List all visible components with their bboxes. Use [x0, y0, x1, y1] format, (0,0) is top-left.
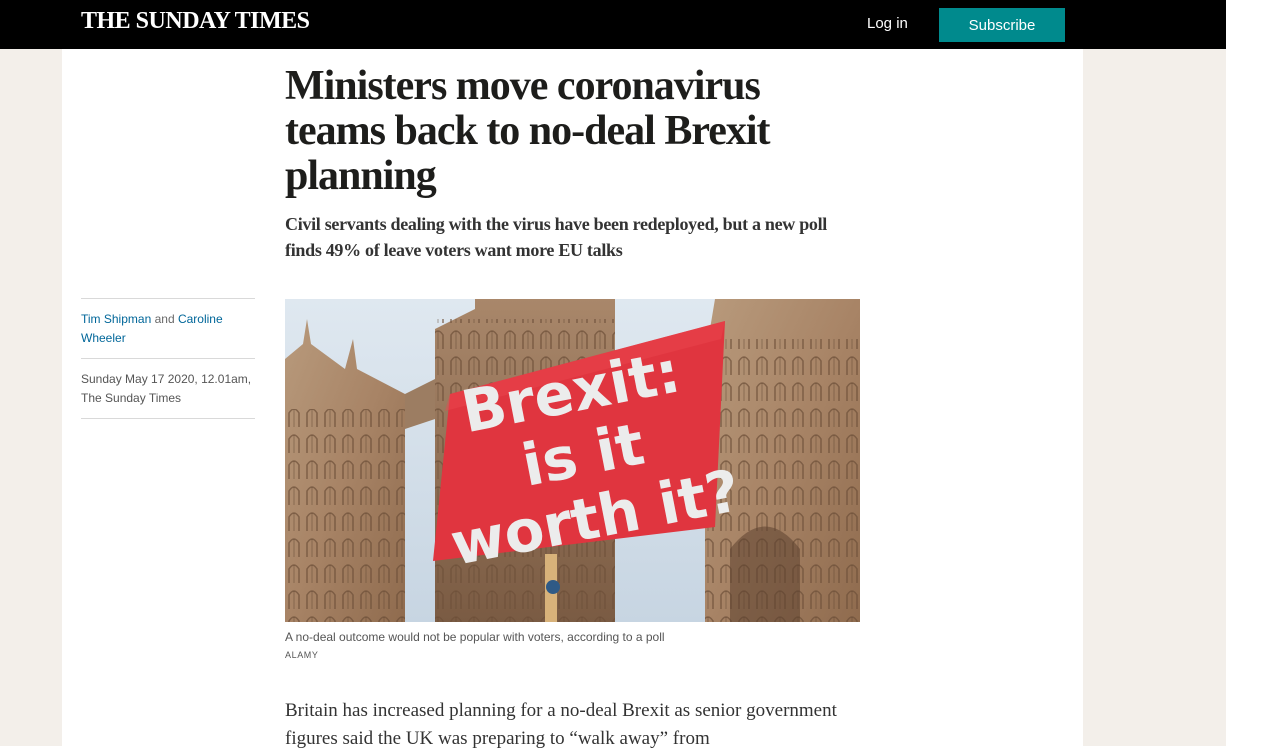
image-credit: ALAMY	[285, 650, 319, 660]
subscribe-button[interactable]: Subscribe	[939, 8, 1065, 42]
top-navigation-bar: THE SUNDAY TIMES Log in Subscribe	[0, 0, 1226, 49]
byline: Tim Shipman and Caroline Wheeler Sunday …	[81, 298, 255, 419]
author-separator: and	[154, 312, 175, 326]
hero-image: Brexit: is it worth it?	[285, 299, 860, 622]
article-headline: Ministers move coronavirus teams back to…	[285, 63, 771, 199]
masthead-logo[interactable]: THE SUNDAY TIMES	[81, 8, 310, 35]
article-dateline: Sunday May 17 2020, 12.01am, The Sunday …	[81, 372, 252, 405]
byline-bottom-divider	[81, 418, 255, 419]
article-body-paragraph: Britain has increased planning for a no-…	[285, 700, 837, 749]
image-caption: A no-deal outcome would not be popular w…	[285, 630, 665, 644]
author-link-tim-shipman[interactable]: Tim Shipman	[81, 312, 151, 326]
login-link[interactable]: Log in	[867, 15, 908, 32]
authors: Tim Shipman and Caroline Wheeler	[81, 299, 255, 358]
article-standfirst: Civil servants dealing with the virus ha…	[285, 214, 828, 260]
